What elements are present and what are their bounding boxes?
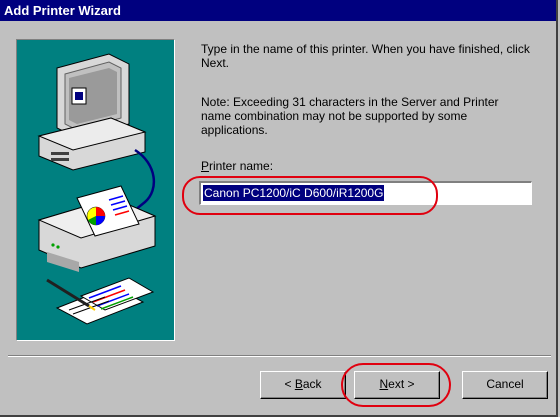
wizard-window: Add Printer Wizard Type in the name of t…: [0, 0, 558, 417]
printer-name-label-rest: rinter name:: [209, 159, 274, 173]
instruction-text: Type in the name of this printer. When y…: [201, 42, 530, 70]
back-button-rest: ack: [302, 377, 322, 391]
printer-name-value: Canon PC1200/iC D600/iR1200G: [203, 185, 385, 201]
note-text: Note: Exceeding 31 characters in the Ser…: [201, 95, 499, 137]
title-bar: Add Printer Wizard: [0, 0, 556, 21]
printer-name-label: Printer name:: [201, 159, 273, 173]
separator-line-highlight: [8, 356, 551, 357]
wizard-illustration-panel: [16, 39, 175, 341]
back-button-prefix: <: [284, 377, 295, 391]
next-button-rest: ext >: [388, 377, 415, 391]
next-button[interactable]: Next >: [354, 371, 440, 399]
next-button-mnemonic: N: [379, 377, 389, 391]
printer-name-label-mnemonic: P: [201, 159, 210, 173]
cancel-button[interactable]: Cancel: [462, 371, 548, 399]
back-button[interactable]: < Back: [260, 371, 346, 399]
window-title: Add Printer Wizard: [4, 3, 121, 18]
printer-name-input[interactable]: Canon PC1200/iC D600/iR1200G: [199, 181, 532, 205]
back-button-mnemonic: B: [294, 377, 303, 391]
printer-computer-illustration-icon: [37, 53, 157, 325]
